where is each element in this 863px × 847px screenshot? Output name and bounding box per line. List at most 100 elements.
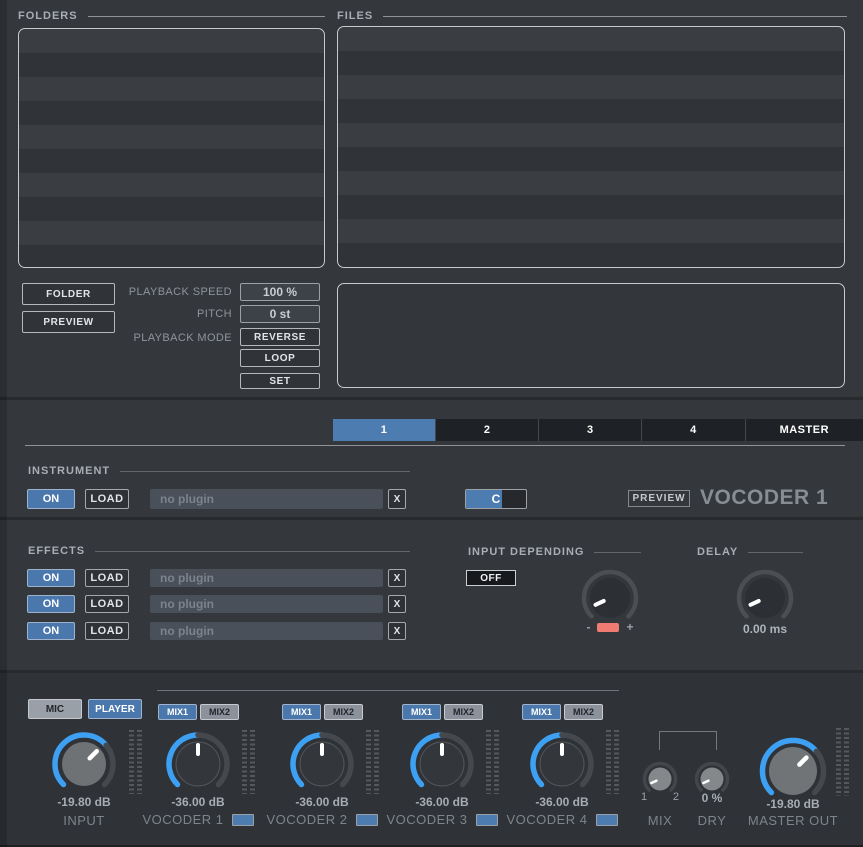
playback-mode-label: PLAYBACK MODE [133, 332, 232, 344]
dry-value: 0 % [701, 791, 723, 805]
folders-list[interactable] [18, 28, 325, 268]
vocoder3-label: VOCODER 3 [386, 812, 468, 827]
pitch-label: PITCH [197, 308, 232, 320]
master-out-value: -19.80 dB [766, 797, 820, 811]
mix-tick-1: 1 [641, 791, 648, 803]
vocoder1-label: VOCODER 1 [142, 812, 224, 827]
effect2-clear-button[interactable]: X [388, 595, 406, 613]
vocoder1-mix2-button[interactable]: MIX2 [200, 704, 239, 720]
mix-ticks: 1 2 [638, 791, 682, 803]
vocoder3-mix1-button[interactable]: MIX1 [402, 704, 441, 720]
vocoder1-label-row: VOCODER 1 [138, 812, 258, 827]
mic-button[interactable]: MIC [28, 699, 82, 719]
note-slider[interactable]: C [465, 489, 527, 509]
instrument-on-button[interactable]: ON [27, 489, 75, 509]
effect2-on-button[interactable]: ON [27, 595, 75, 613]
vocoder2-led-button[interactable] [355, 813, 378, 826]
master-level-meter [836, 728, 849, 796]
files-section-header: FILES [337, 10, 847, 22]
reverse-button[interactable]: REVERSE [240, 328, 320, 346]
tab-4[interactable]: 4 [641, 419, 744, 441]
tab-master[interactable]: MASTER [744, 419, 863, 441]
vocoder3-knob[interactable] [408, 730, 476, 798]
vocoder1-mix-buttons: MIX1 MIX2 [158, 704, 239, 720]
effect3-load-button[interactable]: LOAD [85, 622, 129, 640]
effect1-load-button[interactable]: LOAD [85, 569, 129, 587]
vocoder1-led-button[interactable] [231, 813, 254, 826]
vocoder3-label-row: VOCODER 3 [382, 812, 502, 827]
instrument-plugin-field[interactable]: no plugin [150, 489, 383, 509]
tab-2[interactable]: 2 [435, 419, 538, 441]
input-depending-range: - + [578, 620, 642, 634]
mixer-section: MIC PLAYER -19.80 dB INPUT MIX1 MIX2 -36… [0, 673, 863, 847]
effect3-clear-button[interactable]: X [388, 622, 406, 640]
section-divider [0, 397, 863, 400]
instrument-clear-button[interactable]: X [388, 489, 406, 509]
vocoder1-knob[interactable] [164, 730, 232, 798]
vocoder2-mix-buttons: MIX1 MIX2 [282, 704, 363, 720]
folders-section-header: FOLDERS [18, 10, 325, 22]
vocoder2-knob[interactable] [288, 730, 356, 798]
input-depending-label: INPUT DEPENDING [468, 546, 585, 558]
delay-knob[interactable] [733, 566, 797, 630]
vocoder1-value: -36.00 dB [171, 795, 225, 809]
loop-button[interactable]: LOOP [240, 349, 320, 367]
master-out-label: MASTER OUT [747, 813, 839, 828]
minus-sign: - [586, 620, 591, 634]
plus-sign: + [626, 620, 634, 634]
vocoder-plugin-window: FOLDERS FILES FOLDER PREVIEW PLAYBACK SP… [0, 0, 863, 847]
vocoder3-led-button[interactable] [475, 813, 498, 826]
vocoder1-level-meter [242, 730, 255, 794]
mix-label: MIX [647, 813, 673, 828]
pitch-value[interactable]: 0 st [240, 305, 320, 323]
range-indicator[interactable] [597, 622, 620, 632]
input-level-meter [129, 730, 142, 794]
effects-section-header: EFFECTS [28, 545, 410, 557]
tab-1[interactable]: 1 [333, 419, 436, 441]
vocoder4-level-meter [606, 730, 619, 794]
channel-tabbar: 1 2 3 4 MASTER [333, 419, 863, 441]
channel-title: VOCODER 1 [700, 486, 829, 509]
instrument-load-button[interactable]: LOAD [85, 489, 129, 509]
effect1-on-button[interactable]: ON [27, 569, 75, 587]
delay-value: 0.00 ms [742, 622, 788, 636]
vocoder1-mix1-button[interactable]: MIX1 [158, 704, 197, 720]
vocoder4-led-button[interactable] [595, 813, 618, 826]
vocoder2-mix2-button[interactable]: MIX2 [324, 704, 363, 720]
player-button[interactable]: PLAYER [88, 699, 142, 719]
set-button[interactable]: SET [240, 373, 320, 389]
vocoder4-label-row: VOCODER 4 [502, 812, 622, 827]
preview-button[interactable]: PREVIEW [22, 311, 115, 333]
input-knob[interactable] [50, 730, 118, 798]
mix-dry-bracket [659, 731, 717, 750]
effect1-plugin-field[interactable]: no plugin [150, 569, 383, 587]
vocoder4-label: VOCODER 4 [506, 812, 588, 827]
instrument-section-header: INSTRUMENT [28, 465, 410, 477]
vocoder4-knob[interactable] [528, 730, 596, 798]
input-depending-header: INPUT DEPENDING [468, 546, 641, 558]
playback-speed-label: PLAYBACK SPEED [128, 286, 232, 298]
playback-speed-value[interactable]: 100 % [240, 283, 320, 301]
mix-tick-2: 2 [672, 791, 679, 803]
effect2-load-button[interactable]: LOAD [85, 595, 129, 613]
delay-header: DELAY [697, 546, 803, 558]
files-list[interactable] [337, 26, 845, 268]
effect3-plugin-field[interactable]: no plugin [150, 622, 383, 640]
vocoder2-mix1-button[interactable]: MIX1 [282, 704, 321, 720]
effect1-clear-button[interactable]: X [388, 569, 406, 587]
waveform-display [337, 283, 845, 388]
vocoder2-label-row: VOCODER 2 [262, 812, 382, 827]
vocoder2-level-meter [366, 730, 379, 794]
vocoder4-mix2-button[interactable]: MIX2 [564, 704, 603, 720]
tab-3[interactable]: 3 [538, 419, 641, 441]
effect2-plugin-field[interactable]: no plugin [150, 595, 383, 613]
vocoder3-mix2-button[interactable]: MIX2 [444, 704, 483, 720]
input-depending-off-button[interactable]: OFF [466, 570, 516, 586]
vocoder3-value: -36.00 dB [415, 795, 469, 809]
vocoder4-mix1-button[interactable]: MIX1 [522, 704, 561, 720]
instrument-preview-button[interactable]: PREVIEW [628, 490, 690, 507]
vocoder-group-line [157, 690, 619, 691]
folder-button[interactable]: FOLDER [22, 283, 115, 305]
folders-label: FOLDERS [18, 10, 78, 22]
effect3-on-button[interactable]: ON [27, 622, 75, 640]
